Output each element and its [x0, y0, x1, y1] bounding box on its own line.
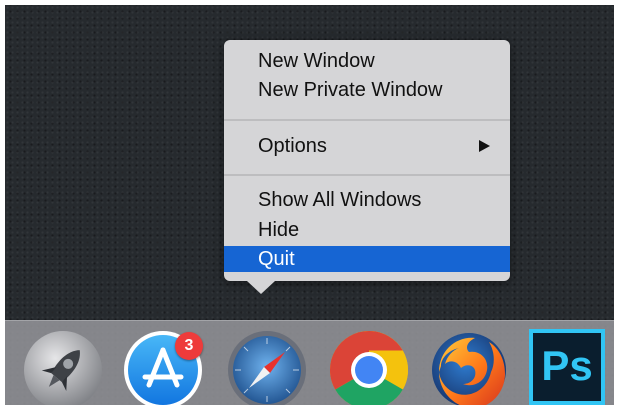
- dock-item-firefox[interactable]: [429, 330, 509, 405]
- menu-item-label: Show All Windows: [258, 189, 422, 211]
- menu-separator: [224, 119, 510, 121]
- menu-item-label: Hide: [258, 219, 300, 241]
- dock: 3 Ps: [5, 320, 614, 405]
- dock-item-photoshop[interactable]: Ps: [529, 329, 605, 405]
- menu-item-new-window[interactable]: New Window: [224, 48, 510, 74]
- chrome-icon: [329, 331, 409, 405]
- menu-item-hide[interactable]: Hide: [224, 217, 510, 243]
- menu-item-show-all-windows[interactable]: Show All Windows: [224, 187, 510, 213]
- dock-item-chrome[interactable]: [329, 330, 409, 405]
- dock-context-menu: New Window New Private Window Options Sh…: [224, 40, 510, 281]
- notification-badge: 3: [175, 332, 203, 360]
- compass-icon: [228, 331, 306, 405]
- menu-item-label: Quit: [258, 248, 295, 270]
- menu-item-options[interactable]: Options: [224, 133, 510, 159]
- menu-item-label: Options: [258, 135, 327, 157]
- submenu-arrow-icon: [479, 140, 490, 152]
- menu-item-label: New Window: [258, 50, 375, 72]
- desktop-background: New Window New Private Window Options Sh…: [5, 5, 614, 405]
- menu-separator: [224, 174, 510, 176]
- photoshop-icon: Ps: [541, 342, 593, 389]
- dock-item-safari[interactable]: [227, 330, 307, 405]
- menu-item-new-private-window[interactable]: New Private Window: [224, 77, 510, 103]
- menu-item-label: New Private Window: [258, 79, 443, 101]
- menu-pointer-arrow: [247, 281, 275, 294]
- menu-item-quit[interactable]: Quit: [224, 246, 510, 272]
- dock-item-launchpad[interactable]: [23, 330, 103, 405]
- rocket-icon: [24, 331, 102, 405]
- firefox-icon: [432, 333, 506, 405]
